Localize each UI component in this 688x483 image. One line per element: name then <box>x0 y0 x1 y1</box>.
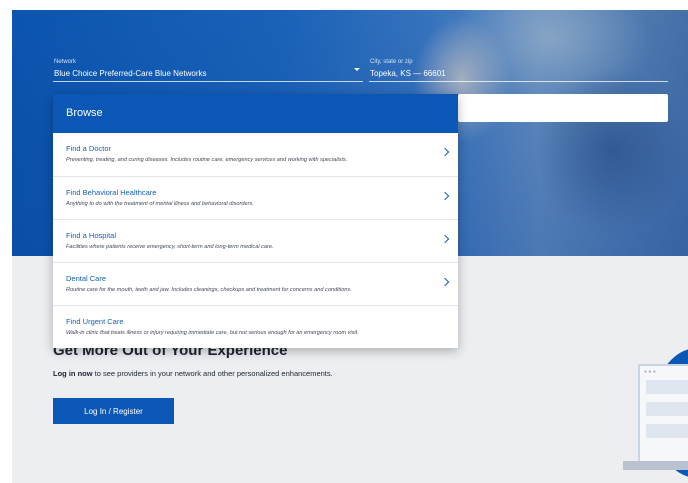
chevron-right-icon <box>440 277 450 287</box>
location-value: Topeka, KS — 66601 <box>370 69 446 78</box>
login-register-button[interactable]: Log In / Register <box>53 398 174 424</box>
browse-item-description: Walk-in clinic that treats illness or in… <box>66 330 359 336</box>
browse-item-title: Dental Care <box>66 274 107 283</box>
chevron-right-icon <box>440 191 450 201</box>
browse-title: Browse <box>66 107 103 119</box>
browse-item-description: Routine care for the mouth, teeth and ja… <box>66 287 352 293</box>
illustration-screen: ● ● ● <box>638 364 688 464</box>
location-underline <box>369 81 668 82</box>
network-label: Network <box>54 59 77 65</box>
illustration-row <box>646 424 688 438</box>
browse-item-description: Preventing, treating, and curing disease… <box>66 157 348 163</box>
browse-dropdown: Browse Find a Doctor Preventing, treatin… <box>53 94 458 348</box>
browse-item-find-a-doctor[interactable]: Find a Doctor Preventing, treating, and … <box>53 133 458 176</box>
page: Network Blue Choice Preferred-Care Blue … <box>12 10 688 483</box>
chevron-right-icon <box>440 234 450 244</box>
illustration-dots: ● ● ● <box>644 369 656 375</box>
browse-item-find-urgent-care[interactable]: Find Urgent Care Walk-in clinic that tre… <box>53 305 458 348</box>
login-now-link[interactable]: Log in now <box>53 369 93 378</box>
network-underline <box>53 81 363 82</box>
illustration-row <box>646 402 688 416</box>
illustration-row <box>646 380 688 394</box>
browse-item-description: Anything to do with the treatment of men… <box>66 201 254 207</box>
login-prompt-text: to see providers in your network and oth… <box>92 369 333 378</box>
browse-item-title: Find a Hospital <box>66 231 117 240</box>
caret-down-icon <box>354 68 360 71</box>
browse-item-title: Find Behavioral Healthcare <box>66 188 157 197</box>
login-prompt: Log in now to see providers in your netw… <box>53 369 333 378</box>
browse-item-title: Find Urgent Care <box>66 317 124 326</box>
chevron-right-icon <box>440 147 450 157</box>
location-label: City, state or zip <box>370 59 413 65</box>
browse-item-description: Facilities where patients receive emerge… <box>66 244 274 250</box>
browse-item-behavioral-healthcare[interactable]: Find Behavioral Healthcare Anything to d… <box>53 176 458 220</box>
browse-item-dental-care[interactable]: Dental Care Routine care for the mouth, … <box>53 262 458 306</box>
browse-item-find-a-hospital[interactable]: Find a Hospital Facilities where patient… <box>53 219 458 263</box>
browse-header: Browse <box>53 94 458 133</box>
illustration-stand <box>623 461 688 470</box>
search-input[interactable] <box>458 94 668 122</box>
network-value: Blue Choice Preferred-Care Blue Networks <box>54 69 207 78</box>
browse-item-title: Find a Doctor <box>66 144 112 153</box>
